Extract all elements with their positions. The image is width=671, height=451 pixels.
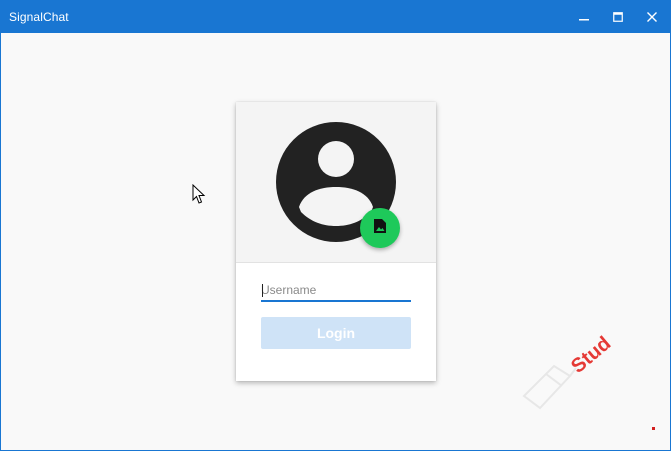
avatar-panel <box>236 102 436 263</box>
red-marker-dot <box>652 427 655 430</box>
title-bar[interactable]: SignalChat <box>1 1 670 33</box>
change-photo-button[interactable] <box>360 208 400 248</box>
watermark-logo: Stud <box>516 296 656 416</box>
minimize-icon <box>579 12 589 22</box>
app-window: SignalChat Username Login Stud <box>0 0 671 451</box>
close-button[interactable] <box>635 1 669 33</box>
image-file-icon <box>372 218 388 239</box>
minimize-button[interactable] <box>567 1 601 33</box>
login-button[interactable]: Login <box>261 317 411 349</box>
mouse-pointer-icon <box>192 183 206 210</box>
maximize-icon <box>613 12 623 22</box>
maximize-button[interactable] <box>601 1 635 33</box>
login-card: Login <box>236 102 436 381</box>
window-title: SignalChat <box>9 10 69 24</box>
watermark-text: Stud <box>567 332 615 377</box>
username-input[interactable] <box>261 282 411 302</box>
close-icon <box>647 12 657 22</box>
text-caret <box>262 284 263 297</box>
